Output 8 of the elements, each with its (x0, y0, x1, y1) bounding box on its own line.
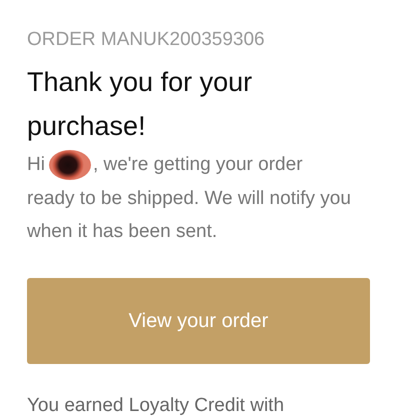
redaction-mark (48, 150, 91, 180)
view-order-button[interactable]: View your order (27, 278, 370, 364)
loyalty-text: You earned Loyalty Credit with (27, 394, 286, 418)
greeting-text: Hi (27, 153, 45, 177)
heading: Thank you for your purchase! (27, 66, 254, 143)
message-text: ready to be shipped. We will notify you when it has been sent. (27, 187, 352, 244)
order-number: ORDER MANUK200359306 (27, 28, 266, 52)
message-text: , we're getting your order (92, 153, 303, 177)
